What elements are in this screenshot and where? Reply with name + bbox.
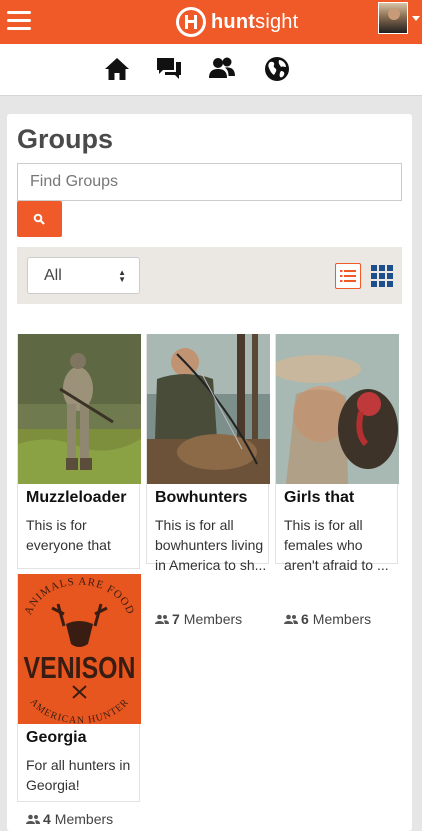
group-description: This is for all bowhunters living in Ame…	[155, 517, 267, 573]
group-image	[276, 334, 399, 484]
find-groups-input[interactable]	[17, 163, 402, 201]
group-name[interactable]: Georgia	[26, 729, 86, 747]
group-image	[18, 334, 141, 484]
huntsight-logo[interactable]: huntsight	[176, 5, 298, 39]
member-count: 7 Members	[155, 611, 242, 627]
group-filter-select[interactable]: All ▲ ▼	[27, 257, 140, 294]
filter-bar: All ▲ ▼	[17, 247, 402, 304]
group-card-bowhunters[interactable]: Bowhunters This is for all bowhunters li…	[146, 334, 270, 627]
main-nav	[0, 44, 422, 96]
messages-icon[interactable]	[156, 56, 182, 82]
svg-text:VENISON: VENISON	[24, 650, 136, 685]
group-name[interactable]: Girls that	[284, 489, 354, 507]
home-icon[interactable]	[104, 56, 130, 82]
group-card-muzzleloader[interactable]: Muzzleloader This is for everyone that h…	[17, 334, 141, 569]
logo-mark-icon	[176, 7, 206, 37]
group-image: ANIMALS ARE FOOD VENISON AMERICAN HUNTER	[18, 574, 141, 724]
members-icon	[26, 814, 40, 824]
group-card-georgia[interactable]: ANIMALS ARE FOOD VENISON AMERICAN HUNTER…	[17, 574, 141, 827]
page-title: Groups	[17, 124, 114, 154]
top-bar: huntsight	[0, 0, 422, 44]
members-icon	[284, 614, 298, 624]
group-name[interactable]: Muzzleloader	[26, 489, 126, 507]
member-count: 4 Members	[26, 811, 113, 827]
select-arrows-icon: ▲ ▼	[118, 268, 126, 284]
group-description: For all hunters in Georgia!	[26, 757, 131, 793]
group-description: This is for all females who aren't afrai…	[284, 517, 389, 573]
group-name[interactable]: Bowhunters	[155, 489, 247, 507]
user-avatar[interactable]	[378, 2, 408, 34]
group-filter-value: All	[44, 267, 62, 284]
group-card-girls-that[interactable]: Girls that This is for all females who a…	[275, 334, 399, 627]
list-view-icon	[340, 270, 356, 282]
group-description: This is for everyone that hunts deer wit…	[26, 517, 111, 553]
globe-icon[interactable]	[264, 56, 290, 82]
logo-text: huntsight	[211, 10, 299, 33]
friends-icon[interactable]	[209, 56, 235, 82]
hamburger-menu-icon[interactable]	[7, 11, 31, 31]
search-icon	[33, 213, 45, 225]
search-button[interactable]	[17, 201, 62, 237]
account-dropdown-caret-icon[interactable]	[412, 16, 420, 21]
list-view-button[interactable]	[335, 263, 361, 289]
group-image	[147, 334, 270, 484]
grid-view-icon[interactable]	[370, 264, 394, 288]
member-count: 6 Members	[284, 611, 371, 627]
members-icon	[155, 614, 169, 624]
